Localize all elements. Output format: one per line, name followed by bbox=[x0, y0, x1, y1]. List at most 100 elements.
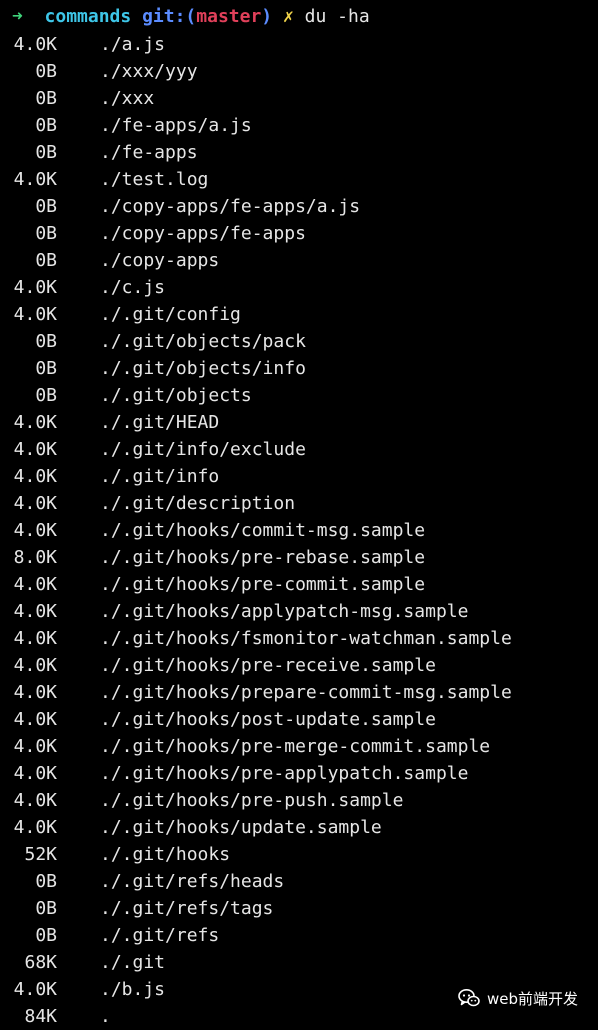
output-row: 4.0K ./.git/hooks/pre-push.sample bbox=[0, 787, 598, 814]
entry-size: 4.0K bbox=[13, 709, 57, 730]
entry-path: ./copy-apps/fe-apps bbox=[100, 223, 306, 244]
entry-size: 4.0K bbox=[13, 736, 57, 757]
entry-path: ./.git bbox=[100, 952, 166, 973]
prompt-dirty-icon: ✗ bbox=[282, 6, 294, 27]
entry-size: 0B bbox=[35, 88, 57, 109]
entry-size: 4.0K bbox=[13, 277, 57, 298]
entry-path: ./.git/config bbox=[100, 304, 241, 325]
output-row: 4.0K ./.git/info/exclude bbox=[0, 436, 598, 463]
entry-path: ./.git/hooks/fsmonitor-watchman.sample bbox=[100, 628, 512, 649]
output-row: 0B ./.git/objects/info bbox=[0, 355, 598, 382]
entry-path: ./.git/hooks/pre-merge-commit.sample bbox=[100, 736, 491, 757]
entry-size: 68K bbox=[24, 952, 57, 973]
entry-size: 0B bbox=[35, 196, 57, 217]
entry-size: 4.0K bbox=[13, 574, 57, 595]
entry-path: ./.git/objects/info bbox=[100, 358, 306, 379]
output-row: 0B ./.git/objects bbox=[0, 382, 598, 409]
terminal-window[interactable]: ➜ commands git:(master) ✗ du -ha 4.0K ./a… bbox=[0, 0, 598, 1027]
entry-path: ./.git/hooks/pre-rebase.sample bbox=[100, 547, 426, 568]
watermark: web前端开发 bbox=[457, 986, 578, 1010]
entry-size: 4.0K bbox=[13, 34, 57, 55]
entry-size: 4.0K bbox=[13, 304, 57, 325]
output-row: 0B ./.git/objects/pack bbox=[0, 328, 598, 355]
entry-size: 0B bbox=[35, 250, 57, 271]
entry-size: 0B bbox=[35, 61, 57, 82]
entry-size: 4.0K bbox=[13, 493, 57, 514]
entry-size: 0B bbox=[35, 331, 57, 352]
entry-path: ./.git/objects bbox=[100, 385, 252, 406]
entry-size: 4.0K bbox=[13, 817, 57, 838]
entry-path: ./copy-apps/fe-apps/a.js bbox=[100, 196, 361, 217]
entry-size: 4.0K bbox=[13, 979, 57, 1000]
entry-path: ./xxx bbox=[100, 88, 155, 109]
entry-path: ./fe-apps/a.js bbox=[100, 115, 252, 136]
output-row: 0B ./.git/refs/heads bbox=[0, 868, 598, 895]
entry-size: 0B bbox=[35, 115, 57, 136]
output-row: 4.0K ./.git/info bbox=[0, 463, 598, 490]
output-row: 4.0K ./.git/hooks/commit-msg.sample bbox=[0, 517, 598, 544]
prompt-branch: master bbox=[196, 6, 262, 27]
prompt-directory: commands bbox=[44, 6, 132, 27]
entry-path: ./.git/hooks/pre-push.sample bbox=[100, 790, 404, 811]
entry-path: ./.git/refs/tags bbox=[100, 898, 274, 919]
entry-path: ./.git/HEAD bbox=[100, 412, 220, 433]
output-row: 4.0K ./c.js bbox=[0, 274, 598, 301]
entry-path: ./b.js bbox=[100, 979, 166, 1000]
prompt-git-close: ) bbox=[261, 6, 273, 27]
output-row: 4.0K ./.git/hooks/pre-commit.sample bbox=[0, 571, 598, 598]
output-row: 0B ./fe-apps bbox=[0, 139, 598, 166]
output-row: 4.0K ./.git/description bbox=[0, 490, 598, 517]
output-row: 8.0K ./.git/hooks/pre-rebase.sample bbox=[0, 544, 598, 571]
output-row: 4.0K ./a.js bbox=[0, 31, 598, 58]
entry-size: 0B bbox=[35, 385, 57, 406]
entry-path: ./.git/hooks/pre-commit.sample bbox=[100, 574, 426, 595]
output-row: 0B ./.git/refs/tags bbox=[0, 895, 598, 922]
entry-path: ./a.js bbox=[100, 34, 166, 55]
output-row: 4.0K ./.git/hooks/fsmonitor-watchman.samp… bbox=[0, 625, 598, 652]
entry-path: ./xxx/yyy bbox=[100, 61, 198, 82]
output-row: 4.0K ./.git/config bbox=[0, 301, 598, 328]
entry-size: 4.0K bbox=[13, 790, 57, 811]
entry-size: 8.0K bbox=[13, 547, 57, 568]
output-row: 0B ./xxx bbox=[0, 85, 598, 112]
entry-size: 84K bbox=[24, 1006, 57, 1027]
entry-size: 4.0K bbox=[13, 169, 57, 190]
entry-size: 4.0K bbox=[13, 682, 57, 703]
entry-path: ./c.js bbox=[100, 277, 166, 298]
entry-path: ./.git/description bbox=[100, 493, 296, 514]
entry-path: ./copy-apps bbox=[100, 250, 220, 271]
entry-path: ./.git/hooks/pre-applypatch.sample bbox=[100, 763, 469, 784]
output-row: 0B ./xxx/yyy bbox=[0, 58, 598, 85]
output-row: 4.0K ./.git/hooks/pre-applypatch.sample bbox=[0, 760, 598, 787]
output-row: 0B ./.git/refs bbox=[0, 922, 598, 949]
entry-size: 0B bbox=[35, 871, 57, 892]
entry-path: ./.git/info/exclude bbox=[100, 439, 306, 460]
entry-size: 4.0K bbox=[13, 763, 57, 784]
entry-size: 4.0K bbox=[13, 412, 57, 433]
entry-path: ./.git/refs bbox=[100, 925, 220, 946]
entry-path: ./.git/hooks/update.sample bbox=[100, 817, 382, 838]
output-row: 68K ./.git bbox=[0, 949, 598, 976]
entry-size: 4.0K bbox=[13, 466, 57, 487]
entry-size: 4.0K bbox=[13, 520, 57, 541]
output-row: 4.0K ./test.log bbox=[0, 166, 598, 193]
wechat-icon bbox=[457, 986, 481, 1010]
watermark-text: web前端开发 bbox=[486, 989, 578, 1008]
output-row: 0B ./copy-apps/fe-apps/a.js bbox=[0, 193, 598, 220]
prompt-git-label: git:( bbox=[142, 6, 197, 27]
entry-path: ./.git/info bbox=[100, 466, 220, 487]
entry-path: ./.git/refs/heads bbox=[100, 871, 285, 892]
entry-size: 0B bbox=[35, 925, 57, 946]
entry-size: 0B bbox=[35, 358, 57, 379]
output-row: 4.0K ./.git/hooks/pre-receive.sample bbox=[0, 652, 598, 679]
entry-path: ./.git/hooks/post-update.sample bbox=[100, 709, 436, 730]
entry-path: ./.git/objects/pack bbox=[100, 331, 306, 352]
entry-path: . bbox=[100, 1006, 111, 1027]
entry-size: 0B bbox=[35, 223, 57, 244]
command-prompt: ➜ commands git:(master) ✗ du -ha bbox=[12, 4, 370, 30]
output-row: 52K ./.git/hooks bbox=[0, 841, 598, 868]
output-row: 4.0K ./.git/hooks/applypatch-msg.sample bbox=[0, 598, 598, 625]
output-row: 4.0K ./.git/hooks/post-update.sample bbox=[0, 706, 598, 733]
entry-size: 4.0K bbox=[13, 439, 57, 460]
prompt-command: du -ha bbox=[304, 6, 370, 27]
